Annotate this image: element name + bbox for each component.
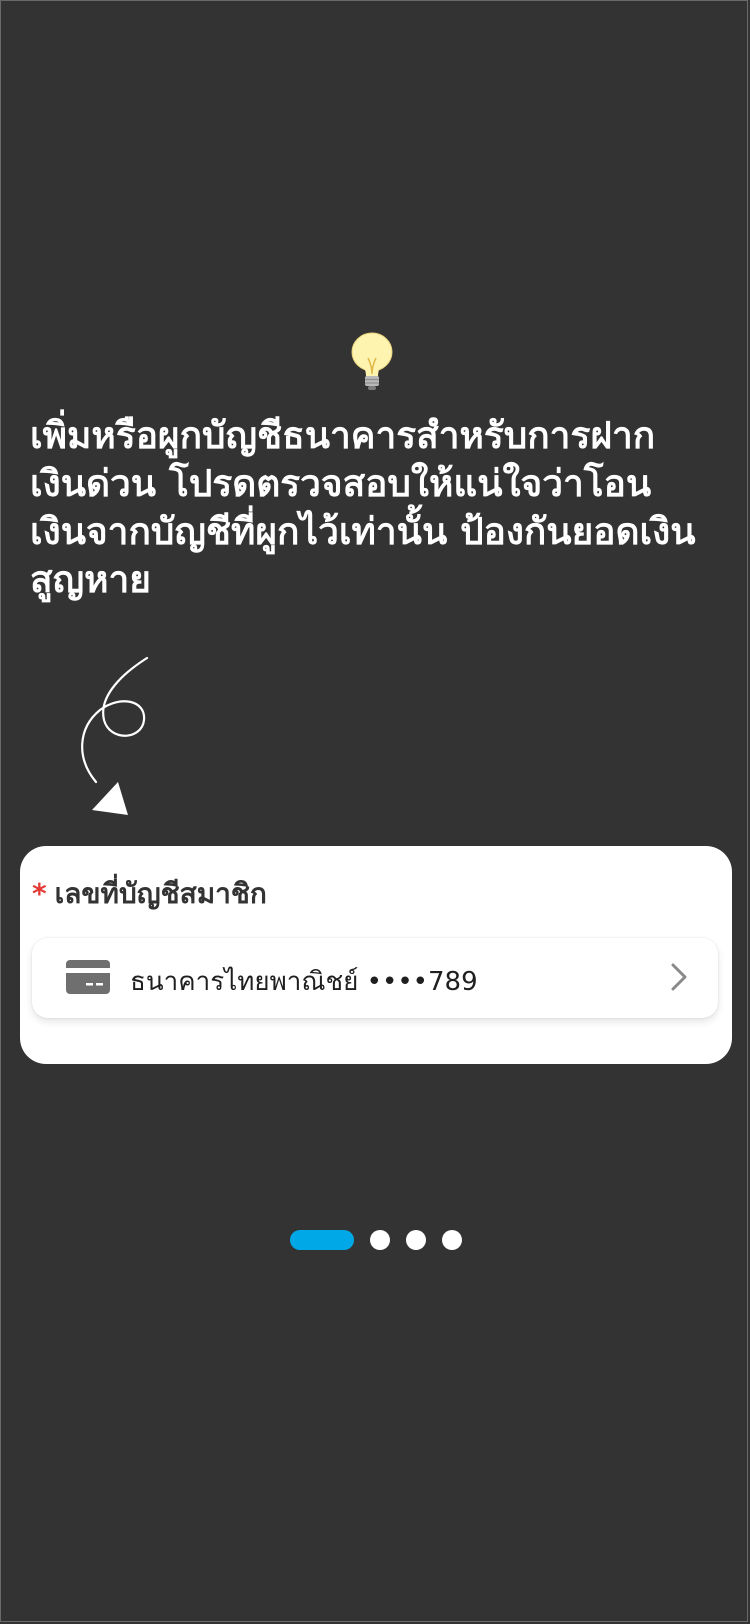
page-dot-3[interactable] [406,1230,426,1250]
curved-arrow-icon [81,656,149,815]
chevron-right-icon [671,963,687,991]
account-card: * เลขที่บัญชีสมาชิก ธนาคารไทยพาณิชย์ ••••… [20,846,732,1064]
account-number-label: * เลขที่บัญชีสมาชิก [32,872,267,916]
page-indicator [290,1230,490,1250]
tip-headline: เพิ่มหรือผูกบัญชีธนาคารสำหรับการฝาก เงิน… [30,414,696,601]
credit-card-icon [66,960,110,994]
required-mark: * [32,877,47,910]
bank-account-text: ธนาคารไทยพาณิชย์ ••••789 [130,967,478,997]
account-label-text: เลขที่บัญชีสมาชิก [54,877,267,910]
lightbulb-icon [340,332,404,404]
page-dot-2[interactable] [370,1230,390,1250]
bank-account-selector[interactable]: ธนาคารไทยพาณิชย์ ••••789 [32,938,718,1018]
page-dot-4[interactable] [442,1230,462,1250]
page-dot-1-active[interactable] [290,1230,354,1250]
